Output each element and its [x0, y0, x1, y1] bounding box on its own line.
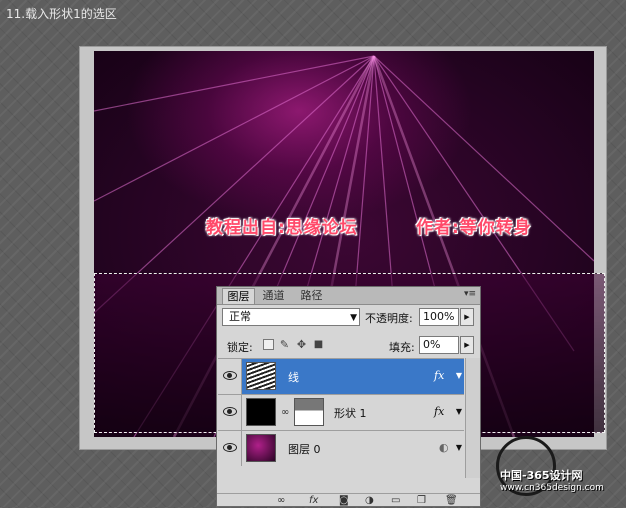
opacity-label: 不透明度:	[365, 312, 413, 325]
visibility-toggle[interactable]	[218, 359, 242, 394]
layer-thumbnail	[246, 434, 276, 462]
fx-icon[interactable]: fx	[434, 369, 444, 382]
link-icon[interactable]: ∞	[277, 495, 285, 506]
lock-position-move-icon[interactable]: ✥	[296, 339, 307, 350]
lock-image-brush-icon[interactable]: ✎	[279, 339, 290, 350]
layer-name: 图层 0	[288, 443, 321, 456]
fx-icon[interactable]: fx	[434, 405, 444, 418]
lock-transparent-icon[interactable]	[263, 339, 274, 350]
opacity-slider-button[interactable]: ▶	[460, 308, 474, 326]
chevron-down-icon: ▼	[350, 313, 357, 323]
lock-label: 锁定:	[227, 341, 253, 354]
new-layer-icon[interactable]: ❐	[417, 495, 426, 506]
visibility-toggle[interactable]	[218, 395, 242, 430]
lock-all-padlock-icon[interactable]: ■	[313, 339, 324, 350]
panel-menu-icon[interactable]: ▾≡	[464, 289, 476, 299]
caption-author: 作者:等你转身	[416, 218, 532, 238]
expand-arrow-icon[interactable]: ▼	[456, 443, 462, 452]
visibility-toggle[interactable]	[218, 431, 242, 466]
panel-tab-bar: 图层 通道 路径 ▾≡	[217, 287, 480, 305]
delete-icon[interactable]: 🗑	[445, 495, 458, 506]
fill-label: 填充:	[389, 341, 415, 354]
blend-mode-value: 正常	[229, 310, 251, 323]
watermark: 中国-365设计网 www.cn365design.com	[500, 470, 604, 494]
layers-panel: 图层 通道 路径 ▾≡ 正常 ▼ 不透明度: 100% ▶ 锁定: ✎ ✥ ■ …	[216, 286, 481, 507]
layer-thumbnail	[246, 362, 276, 390]
fill-slider-button[interactable]: ▶	[460, 336, 474, 354]
layers-scrollbar[interactable]	[465, 358, 480, 478]
eye-icon	[223, 407, 237, 416]
layer-row-shape1[interactable]: ∞ 形状 1 fx ▼	[218, 394, 464, 430]
eye-icon	[223, 371, 237, 380]
layer-thumbnail	[246, 398, 276, 426]
watermark-url: www.cn365design.com	[500, 483, 604, 493]
group-icon[interactable]: ▭	[391, 495, 400, 506]
step-title: 11.载入形状1的选区	[6, 7, 117, 21]
mask-icon[interactable]: ◙	[339, 495, 349, 506]
chain-link-icon[interactable]: ∞	[281, 407, 289, 418]
blend-mode-select[interactable]: 正常 ▼	[222, 308, 360, 326]
tab-layers[interactable]: 图层	[222, 288, 255, 304]
layer-row-line[interactable]: 线 fx ▼	[218, 358, 464, 394]
panel-footer: ∞ fx ◙ ◑ ▭ ❐ 🗑	[217, 493, 480, 508]
fill-field[interactable]: 0%	[419, 336, 459, 354]
opacity-field[interactable]: 100%	[419, 308, 459, 326]
adjustment-icon[interactable]: ◑	[365, 495, 374, 506]
layer-name: 形状 1	[334, 407, 367, 420]
vector-mask-thumbnail	[294, 398, 324, 426]
watermark-title: 中国-365设计网	[500, 469, 583, 482]
smart-filter-icon[interactable]: ◐	[439, 441, 449, 454]
expand-arrow-icon[interactable]: ▼	[456, 407, 462, 416]
expand-arrow-icon[interactable]: ▼	[456, 371, 462, 380]
layer-row-layer0[interactable]: 图层 0 ◐ ▼	[218, 430, 464, 466]
fx-icon[interactable]: fx	[309, 495, 318, 506]
layer-name: 线	[288, 371, 299, 384]
caption-source: 教程出自:思缘论坛	[206, 218, 358, 238]
eye-icon	[223, 443, 237, 452]
tab-paths[interactable]: 路径	[295, 288, 328, 303]
tab-channels[interactable]: 通道	[257, 288, 290, 303]
